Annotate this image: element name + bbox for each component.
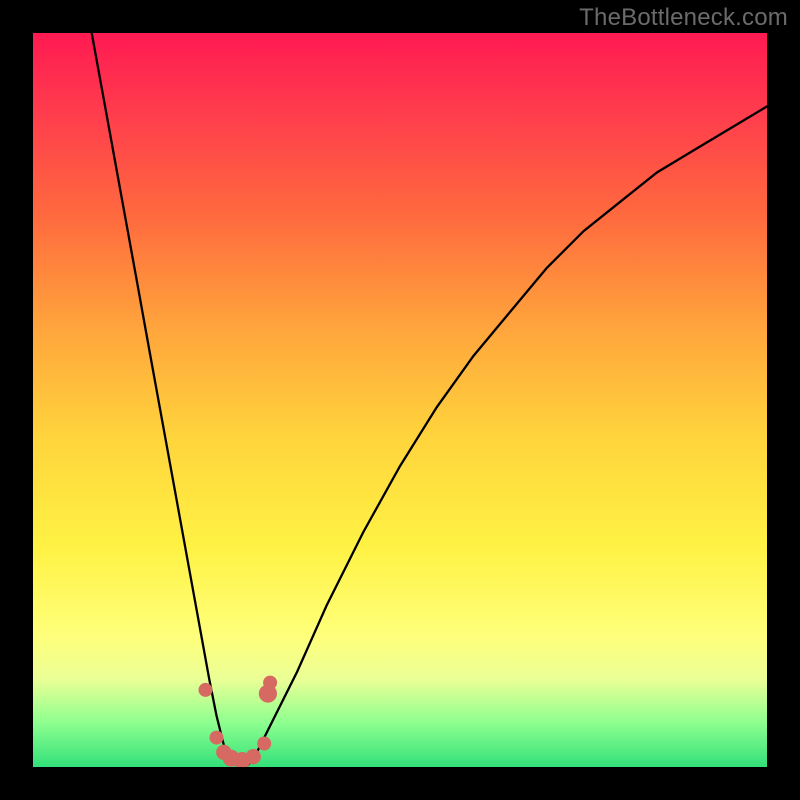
curve-markers [199, 676, 278, 767]
bottleneck-curve [92, 33, 767, 767]
plot-area [33, 33, 767, 767]
curve-marker [199, 683, 213, 697]
bottleneck-curve-svg [33, 33, 767, 767]
chart-frame: TheBottleneck.com [0, 0, 800, 800]
curve-marker [257, 737, 271, 751]
curve-marker [263, 676, 277, 690]
curve-marker [246, 749, 261, 764]
curve-marker [210, 731, 224, 745]
watermark-text: TheBottleneck.com [579, 4, 788, 32]
